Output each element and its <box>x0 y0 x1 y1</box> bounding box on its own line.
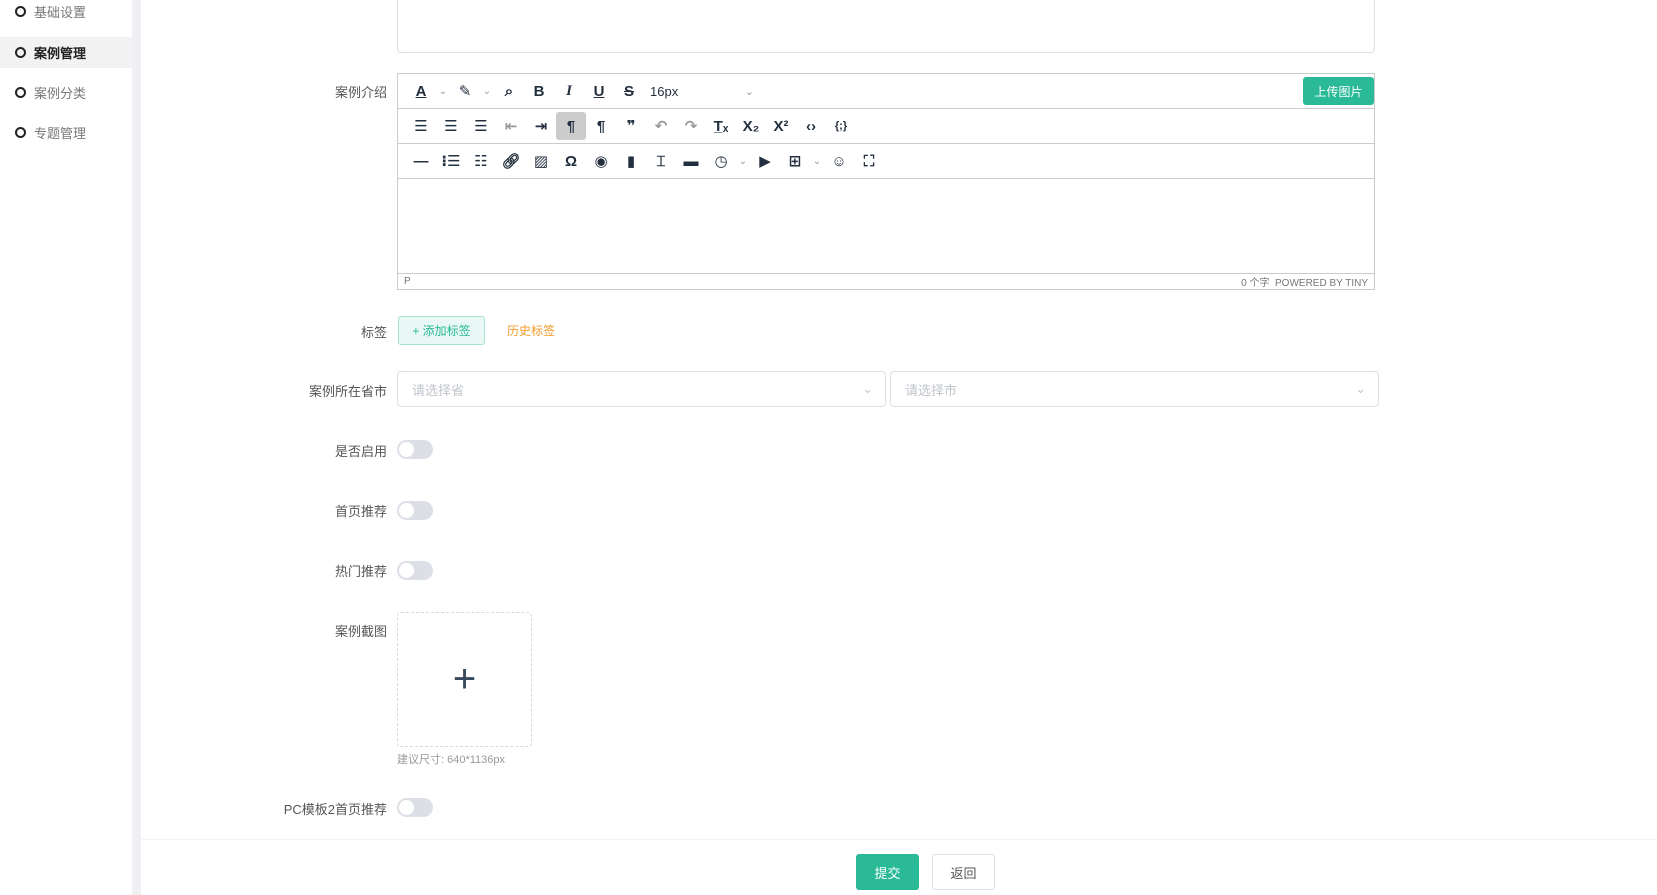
clock-icon[interactable]: ◷ <box>706 147 736 175</box>
chevron-down-icon[interactable]: ⌄ <box>480 77 494 105</box>
chevron-down-icon: ⌄ <box>862 381 873 396</box>
undo-icon[interactable]: ↶ <box>646 112 676 140</box>
search-icon[interactable]: ⌕ <box>494 77 524 105</box>
table-icon[interactable]: ⊞ <box>780 147 810 175</box>
submit-button[interactable]: 提交 <box>856 854 919 890</box>
hot-recommend-toggle[interactable] <box>397 561 433 580</box>
bookmark-icon[interactable]: ▮ <box>616 147 646 175</box>
screenshot-uploader[interactable]: + <box>397 612 532 747</box>
history-tags-link[interactable]: 历史标签 <box>507 322 555 339</box>
chevron-down-icon[interactable]: ⌄ <box>736 147 750 175</box>
toolbar-row-1: A ⌄ ✎ ⌄ ⌕ B I U S 16px ⌄ 上传图片 <box>398 74 1374 109</box>
editor-content[interactable] <box>398 179 1374 274</box>
code-sample-icon[interactable]: {;} <box>826 112 856 140</box>
font-size-select[interactable]: 16px ⌄ <box>644 84 754 99</box>
italic-icon[interactable]: I <box>554 77 584 105</box>
circle-icon <box>15 127 26 138</box>
circle-icon <box>15 47 26 58</box>
superscript-icon[interactable]: X² <box>766 112 796 140</box>
plus-icon: + <box>452 657 477 701</box>
page-break-icon[interactable]: ⌶ <box>646 147 676 175</box>
preview-icon[interactable]: ◉ <box>586 147 616 175</box>
numbered-list-icon[interactable]: ☷ <box>466 147 496 175</box>
province-select[interactable]: 请选择省 ⌄ <box>397 371 886 407</box>
sidebar: 基础设置 案例管理 案例分类 专题管理 <box>0 0 132 895</box>
intro-label: 案例介绍 <box>334 85 387 100</box>
outdent-icon[interactable]: ⇤ <box>496 112 526 140</box>
tags-label: 标签 <box>360 325 387 340</box>
chevron-down-icon[interactable]: ⌄ <box>810 147 824 175</box>
rich-text-editor: A ⌄ ✎ ⌄ ⌕ B I U S 16px ⌄ 上传图片 ☰ ☰ ☰ ⇤ ⇥ ¶ ¶… <box>397 73 1375 290</box>
align-right-icon[interactable]: ☰ <box>466 112 496 140</box>
city-select[interactable]: 请选择市 ⌄ <box>890 371 1379 407</box>
subscript-icon[interactable]: X₂ <box>736 112 766 140</box>
sidebar-item-topic-management[interactable]: 专题管理 <box>0 117 132 148</box>
circle-icon <box>15 87 26 98</box>
text-color-icon[interactable]: A <box>406 77 436 105</box>
ltr-icon[interactable]: ¶ <box>556 112 586 140</box>
upload-image-button[interactable]: 上传图片 <box>1303 77 1374 105</box>
sidebar-item-case-category[interactable]: 案例分类 <box>0 77 132 108</box>
toolbar-row-3: — ⁝☰ ☷ 🔗︎ ▨ Ω ◉ ▮ ⌶ ▬ ◷ ⌄ ▶ ⊞ ⌄ ☺ ⛶ <box>398 144 1374 179</box>
screenshot-hint: 建议尺寸: 640*1136px <box>397 754 506 766</box>
sidebar-item-label: 案例分类 <box>34 86 87 101</box>
sidebar-item-basic-settings[interactable]: 基础设置 <box>0 0 132 27</box>
sidebar-divider <box>132 0 141 895</box>
chevron-down-icon: ⌄ <box>1355 381 1366 396</box>
bullet-list-icon[interactable]: ⁝☰ <box>436 147 466 175</box>
sidebar-item-label: 专题管理 <box>34 126 87 141</box>
image-icon[interactable]: ▨ <box>526 147 556 175</box>
align-left-icon[interactable]: ☰ <box>406 112 436 140</box>
indent-icon[interactable]: ⇥ <box>526 112 556 140</box>
enabled-toggle[interactable] <box>397 440 433 459</box>
underline-icon[interactable]: U <box>584 77 614 105</box>
horizontal-line-icon[interactable]: — <box>406 147 436 175</box>
print-icon[interactable]: ▬ <box>676 147 706 175</box>
media-icon[interactable]: ▶ <box>750 147 780 175</box>
circle-icon <box>15 6 26 17</box>
sidebar-item-label: 案例管理 <box>34 46 87 61</box>
editor-statusbar: P 0 个字 POWERED BY TINY <box>398 274 1374 289</box>
toolbar-row-2: ☰ ☰ ☰ ⇤ ⇥ ¶ ¶ ❞ ↶ ↷ T̲ₓ X₂ X² ‹› {;} <box>398 109 1374 144</box>
back-button[interactable]: 返回 <box>932 854 995 890</box>
redo-icon[interactable]: ↷ <box>676 112 706 140</box>
sidebar-item-label: 基础设置 <box>34 5 87 20</box>
chevron-down-icon[interactable]: ⌄ <box>436 77 450 105</box>
element-path: P <box>404 276 411 287</box>
rtl-icon[interactable]: ¶ <box>586 112 616 140</box>
sidebar-item-case-management[interactable]: 案例管理 <box>0 37 132 68</box>
special-char-icon[interactable]: Ω <box>556 147 586 175</box>
screenshot-label: 案例截图 <box>334 624 387 639</box>
bold-icon[interactable]: B <box>524 77 554 105</box>
blockquote-icon[interactable]: ❞ <box>616 112 646 140</box>
chevron-down-icon: ⌄ <box>744 85 754 98</box>
code-icon[interactable]: ‹› <box>796 112 826 140</box>
strikethrough-icon[interactable]: S <box>614 77 644 105</box>
add-tag-button[interactable]: + 添加标签 <box>398 316 485 345</box>
word-count: 0 个字 <box>1241 278 1270 289</box>
pc2-recommend-toggle[interactable] <box>397 798 433 817</box>
enabled-label: 是否启用 <box>334 444 387 459</box>
home-recommend-toggle[interactable] <box>397 501 433 520</box>
city-placeholder: 请选择市 <box>905 382 958 398</box>
pc2-recommend-label: PC模板2首页推荐 <box>283 802 387 817</box>
emoji-icon[interactable]: ☺ <box>824 147 854 175</box>
summary-textarea[interactable] <box>397 0 1375 53</box>
fullscreen-icon[interactable]: ⛶ <box>854 147 884 175</box>
province-placeholder: 请选择省 <box>412 382 465 398</box>
powered-by-link[interactable]: POWERED BY TINY <box>1275 278 1368 289</box>
hot-recommend-label: 热门推荐 <box>334 564 387 579</box>
align-center-icon[interactable]: ☰ <box>436 112 466 140</box>
region-label: 案例所在省市 <box>308 384 387 399</box>
link-icon[interactable]: 🔗︎ <box>496 147 526 175</box>
home-recommend-label: 首页推荐 <box>334 504 387 519</box>
highlight-color-icon[interactable]: ✎ <box>450 77 480 105</box>
clear-format-icon[interactable]: T̲ₓ <box>706 112 736 140</box>
font-size-value: 16px <box>650 83 679 99</box>
